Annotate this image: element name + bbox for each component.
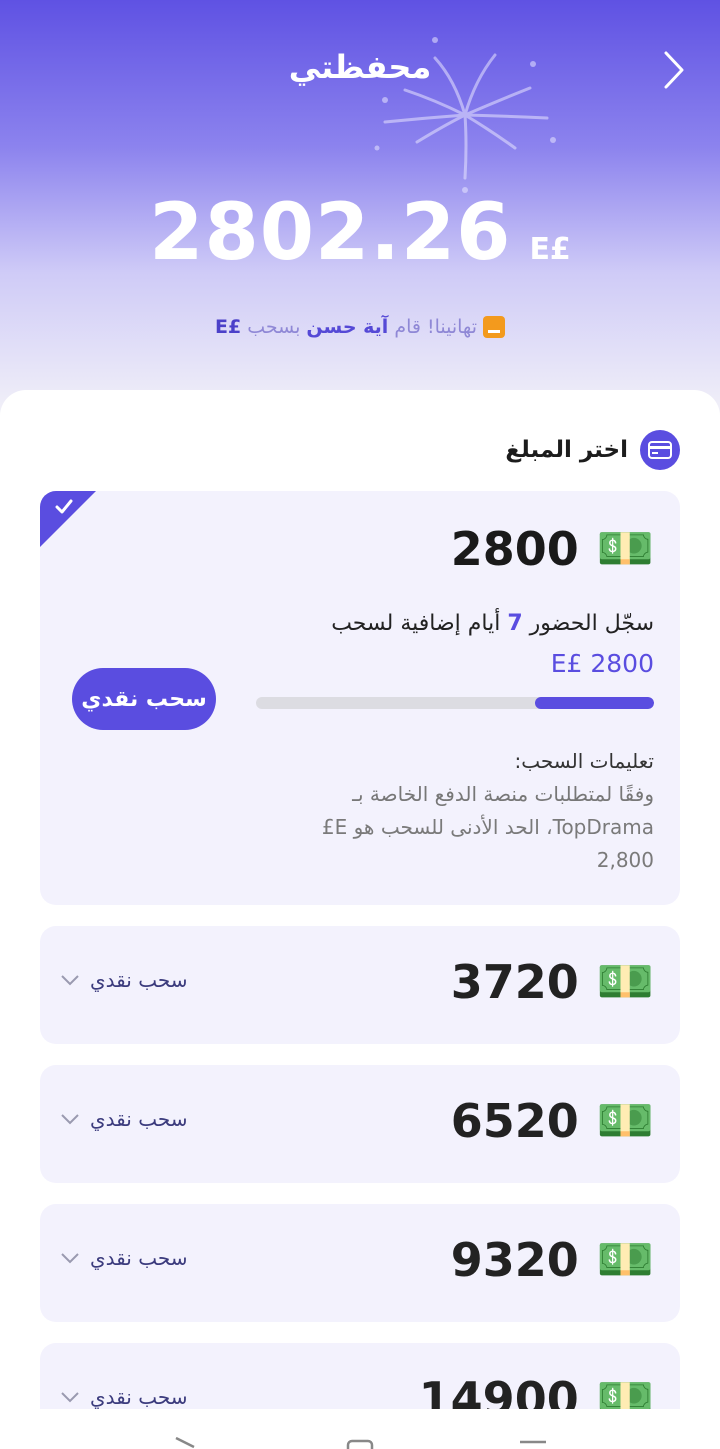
section-label: اختر المبلغ — [505, 437, 628, 463]
cash-withdraw-toggle[interactable]: سحب نقدي — [60, 1385, 188, 1409]
amount-option-selected[interactable]: 2800 💵 سجّل الحضور 7 أيام إضافية لسحب E£… — [40, 491, 680, 905]
attend-days: 7 — [507, 611, 523, 636]
amount-value: 3720 — [450, 954, 579, 1009]
instructions-title: تعليمات السحب: — [514, 749, 655, 773]
notification-badge-icon — [482, 316, 505, 338]
nav-back-icon[interactable] — [172, 1437, 198, 1449]
balance-currency: E£ — [529, 232, 571, 267]
cash-withdraw-toggle[interactable]: سحب نقدي — [60, 968, 188, 992]
cash-label: سحب نقدي — [90, 968, 188, 992]
amount-row: 3720 💵 — [451, 954, 654, 1009]
amount-option[interactable]: 6520 💵 سحب نقدي — [40, 1065, 680, 1183]
instructions-line1: وفقًا لمتطلبات منصة الدفع الخاصة بـ — [352, 782, 654, 806]
nav-home-icon[interactable] — [346, 1439, 374, 1449]
amount-row: 2800 💵 — [451, 521, 654, 576]
attend-prefix: سجّل الحضور — [529, 611, 654, 636]
page-title: محفظتي — [288, 48, 432, 86]
amount-value: 9320 — [450, 1232, 579, 1287]
target-amount: E£ 2800 — [550, 649, 654, 678]
money-stack-icon: 💵 — [596, 954, 654, 1008]
amount-row: 9320 💵 — [451, 1232, 654, 1287]
instructions-line2: TopDrama، الحد الأدنى للسحب هو E£ — [321, 815, 654, 839]
cash-withdraw-button[interactable]: سحب نقدي — [72, 668, 216, 730]
ticker-amount: £E — [215, 316, 242, 338]
cash-withdraw-toggle[interactable]: سحب نقدي — [60, 1107, 188, 1131]
attendance-requirement: سجّل الحضور 7 أيام إضافية لسحب — [331, 611, 654, 636]
chevron-down-icon — [61, 1114, 79, 1125]
wallet-header: محفظتي 2802.26 E£ تهانينا! قام آية حسن بس… — [0, 0, 720, 420]
instructions-line3: 2,800 — [596, 848, 654, 872]
money-stack-icon: 💵 — [596, 1093, 654, 1147]
money-stack-icon: 💵 — [596, 1232, 654, 1286]
ticker-action: بسحب — [247, 316, 301, 338]
credit-card-icon — [640, 430, 680, 470]
check-icon — [55, 499, 73, 514]
chevron-down-icon — [61, 1392, 79, 1403]
withdraw-instructions: تعليمات السحب: وفقًا لمتطلبات منصة الدفع… — [254, 745, 654, 877]
cash-label: سحب نقدي — [90, 1246, 188, 1270]
chevron-down-icon — [61, 975, 79, 986]
cash-label: سحب نقدي — [90, 1385, 188, 1409]
nav-menu-icon[interactable] — [518, 1439, 548, 1447]
cash-label: سحب نقدي — [90, 1107, 188, 1131]
ticker-prefix: تهانينا! قام — [394, 316, 477, 338]
amount-option[interactable]: 3720 💵 سحب نقدي — [40, 926, 680, 1044]
amount-value: 2800 — [450, 521, 579, 576]
amount-row: 6520 💵 — [451, 1093, 654, 1148]
wallet-balance: 2802.26 E£ — [0, 188, 720, 278]
attend-suffix: أيام إضافية لسحب — [331, 611, 501, 636]
section-header: اختر المبلغ — [505, 430, 680, 470]
amount-value: 6520 — [450, 1093, 579, 1148]
cash-withdraw-toggle[interactable]: سحب نقدي — [60, 1246, 188, 1270]
withdrawal-ticker: تهانينا! قام آية حسن بسحب £E — [0, 316, 720, 343]
progress-fill — [534, 697, 654, 709]
chevron-down-icon — [61, 1253, 79, 1264]
system-nav-bar — [0, 1409, 720, 1449]
balance-amount: 2802.26 — [149, 188, 512, 278]
progress-bar — [256, 697, 654, 709]
amount-option[interactable]: 9320 💵 سحب نقدي — [40, 1204, 680, 1322]
ticker-name: آية حسن — [306, 316, 389, 338]
money-stack-icon: 💵 — [596, 521, 654, 575]
